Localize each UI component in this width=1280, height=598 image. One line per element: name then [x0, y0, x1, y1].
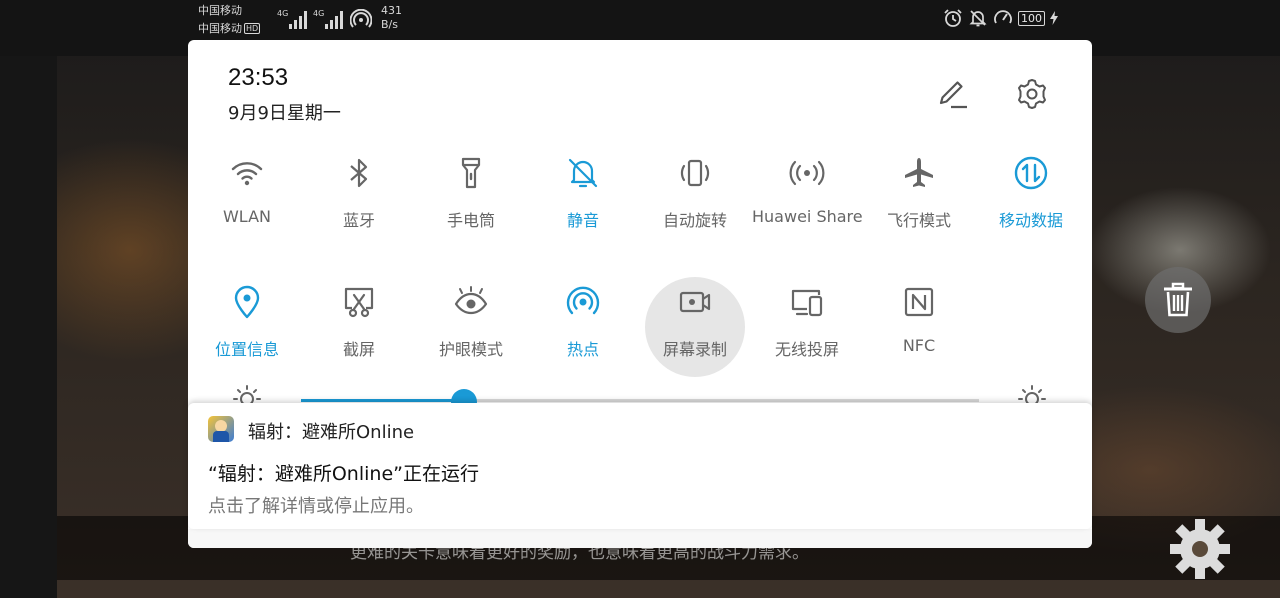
- battery-level: 100: [1018, 10, 1045, 26]
- tile-label: 静音: [566, 211, 599, 230]
- status-bar: 中国移动 中国移动 HD 4G 4G 431 B/s 100: [0, 0, 1280, 40]
- charging-bolt-icon: [1050, 11, 1058, 25]
- edit-tiles-button[interactable]: [932, 74, 972, 114]
- tile-label: 自动旋转: [662, 211, 727, 230]
- network-speed-unit: B/s: [381, 18, 398, 31]
- carrier-2: 中国移动 HD: [198, 22, 261, 35]
- tile-screen-record[interactable]: 屏幕录制: [640, 282, 750, 360]
- tile-location[interactable]: 位置信息: [192, 282, 302, 360]
- tile-airplane-mode[interactable]: 飞行模式: [864, 153, 974, 231]
- tile-mute[interactable]: 静音: [528, 153, 638, 231]
- tile-label: WLAN: [222, 207, 271, 226]
- signal-1-type: 4G: [277, 9, 288, 18]
- bell-off-icon: [568, 158, 598, 188]
- signal-2-type: 4G: [313, 9, 324, 18]
- tile-label: Huawei Share: [752, 207, 863, 226]
- bluetooth-icon: [350, 158, 368, 188]
- brightness-slider[interactable]: [301, 389, 979, 415]
- hotspot-status-icon: [350, 9, 372, 28]
- tile-screenshot[interactable]: 截屏: [304, 282, 414, 360]
- network-speed: 431 B/s: [381, 4, 402, 32]
- wifi-icon: [231, 162, 263, 186]
- hd-badge: HD: [244, 23, 261, 34]
- notification-text: 点击了解详情或停止应用。: [208, 496, 424, 517]
- tile-auto-rotate[interactable]: 自动旋转: [640, 153, 750, 231]
- hotspot-icon: [566, 286, 600, 315]
- trash-icon: [1164, 282, 1192, 317]
- notification-shadow-strip: [188, 529, 1092, 548]
- carrier-2-label: 中国移动: [198, 22, 242, 35]
- tile-label: 护眼模式: [438, 340, 503, 359]
- tile-label: 无线投屏: [774, 340, 839, 359]
- status-right-icons: 100: [943, 8, 1058, 28]
- auto-rotate-icon: [680, 159, 710, 187]
- notification-app-name: 辐射：避难所Online: [248, 422, 415, 443]
- carrier-1: 中国移动: [198, 4, 242, 17]
- tile-wlan[interactable]: WLAN: [192, 153, 302, 226]
- tile-bluetooth[interactable]: 蓝牙: [304, 153, 414, 231]
- tile-huawei-share[interactable]: Huawei Share: [752, 153, 863, 226]
- network-speed-value: 431: [381, 4, 402, 17]
- airplane-icon: [905, 158, 933, 187]
- screen-record-icon: [679, 291, 711, 313]
- tile-label: 屏幕录制: [662, 340, 727, 359]
- panel-time: 23:53: [228, 64, 289, 91]
- tile-label: 飞行模式: [886, 211, 951, 230]
- tile-mobile-data[interactable]: 移动数据: [976, 153, 1086, 231]
- tile-label: 位置信息: [214, 340, 279, 359]
- app-icon: [208, 416, 234, 442]
- tile-label: 热点: [566, 340, 599, 359]
- mobile-data-icon: [1014, 156, 1048, 190]
- tile-label: 蓝牙: [342, 211, 375, 230]
- tile-hotspot[interactable]: 热点: [528, 282, 638, 360]
- speedometer-icon: [994, 10, 1012, 24]
- pencil-icon: [939, 81, 967, 109]
- notification-title: “辐射：避难所Online”正在运行: [208, 463, 479, 485]
- tile-label: 截屏: [342, 340, 375, 359]
- alarm-icon: [944, 9, 962, 27]
- nfc-icon: [904, 287, 934, 317]
- signal-strength-1-icon: 4G: [277, 9, 307, 29]
- panel-date: 9月9日星期一: [228, 103, 341, 124]
- tile-nfc[interactable]: NFC: [864, 282, 974, 355]
- app-notification[interactable]: 辐射：避难所Online “辐射：避难所Online”正在运行 点击了解详情或停…: [188, 403, 1092, 529]
- tile-wireless-projection[interactable]: 无线投屏: [752, 282, 862, 360]
- tile-label: 手电筒: [446, 211, 495, 230]
- tile-label: 移动数据: [998, 211, 1063, 230]
- eye-comfort-icon: [454, 286, 488, 315]
- tile-flashlight[interactable]: 手电筒: [416, 153, 526, 231]
- brightness-slider-fill: [301, 399, 464, 402]
- signal-strength-2-icon: 4G: [313, 9, 343, 29]
- screenshot-icon: [344, 287, 374, 318]
- wireless-projection-icon: [791, 289, 823, 317]
- clear-button[interactable]: [1145, 267, 1211, 333]
- huawei-share-icon: [789, 160, 825, 186]
- tile-label: NFC: [902, 336, 936, 355]
- gear-icon: [1018, 79, 1046, 109]
- flashlight-icon: [461, 157, 481, 189]
- location-icon: [234, 285, 260, 319]
- background-left-band: [0, 56, 57, 598]
- tile-eye-comfort[interactable]: 护眼模式: [416, 282, 526, 360]
- app-icon-body: [213, 431, 229, 442]
- game-settings-gear-icon[interactable]: [1166, 515, 1234, 583]
- mute-status-icon: [969, 10, 987, 27]
- settings-button[interactable]: [1012, 74, 1052, 114]
